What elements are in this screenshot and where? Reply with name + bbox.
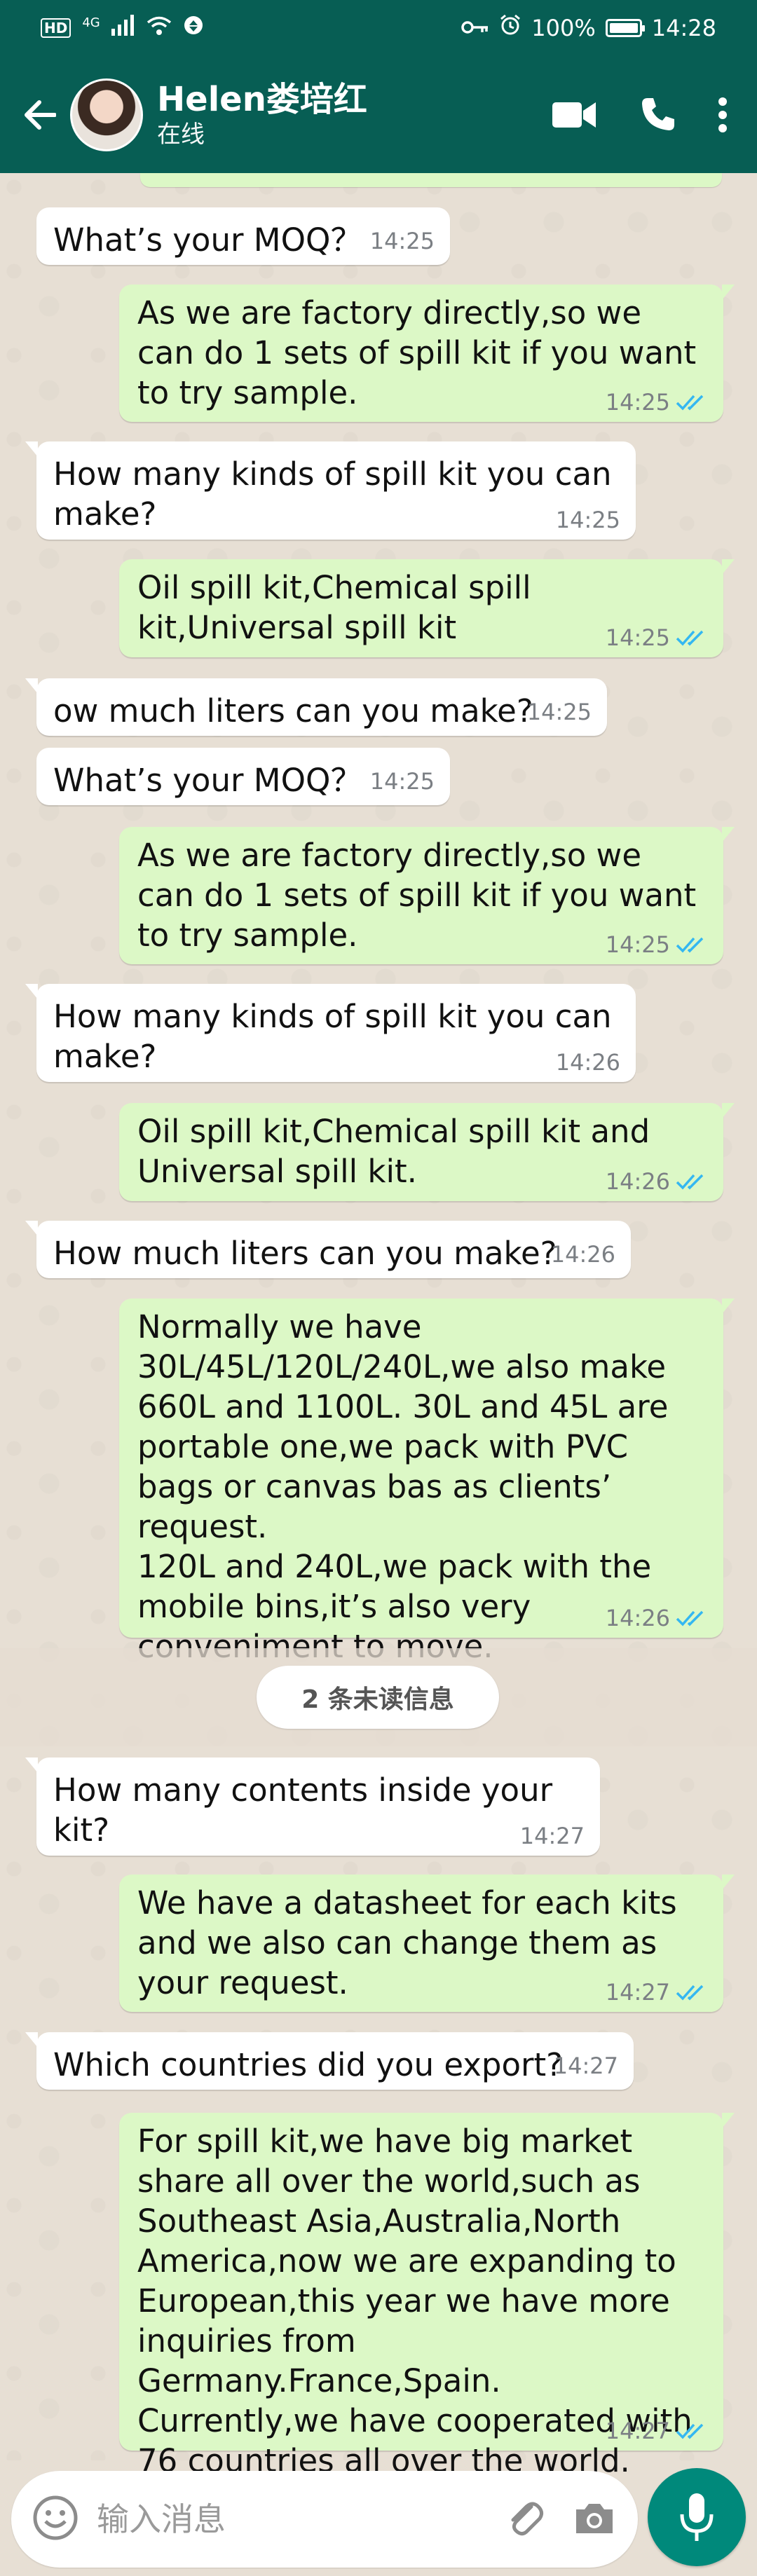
incoming-message[interactable]: How much liters can you make? 14:26 <box>25 1221 631 1278</box>
incoming-message[interactable]: How many contents inside your kit? 14:27 <box>25 1758 600 1856</box>
chat-header: Helen娄培红 在线 <box>0 56 757 173</box>
outgoing-message[interactable]: For spill kit,we have big market share a… <box>119 2113 735 2479</box>
message-time: 14:25 <box>605 389 670 416</box>
outgoing-message[interactable]: As we are factory directly,so we can do … <box>119 285 735 422</box>
message-time: 14:25 <box>555 507 620 533</box>
message-time: 14:25 <box>605 624 670 651</box>
sync-icon <box>183 15 204 41</box>
contact-avatar[interactable] <box>70 78 143 151</box>
message-time: 14:27 <box>553 2053 618 2079</box>
paperclip-icon <box>511 2502 544 2536</box>
message-time: 14:27 <box>605 1979 670 2006</box>
message-time: 14:26 <box>605 1605 670 1631</box>
incoming-message[interactable]: How many kinds of spill kit you can make… <box>25 984 636 1082</box>
contact-status: 在线 <box>157 120 205 149</box>
outgoing-message[interactable]: Oil spill kit,Chemical spill kit and Uni… <box>119 1103 735 1201</box>
voice-record-button[interactable] <box>648 2468 746 2566</box>
message-time: 14:27 <box>605 2418 670 2444</box>
message-composer <box>11 2471 638 2568</box>
incoming-message[interactable]: What’s your MOQ？ 14:25 <box>36 748 450 805</box>
incoming-message[interactable]: Which countries did you export? 14:27 <box>25 2032 634 2090</box>
unread-count-pill: 2 条未读信息 <box>257 1666 499 1729</box>
previous-message-edge <box>140 173 722 187</box>
message-text: How many kinds of spill kit you can make… <box>53 455 622 533</box>
network-type: 4G <box>82 15 100 30</box>
video-camera-icon <box>552 102 596 128</box>
read-receipt-icon <box>676 1985 704 2001</box>
camera-icon <box>576 2504 613 2533</box>
message-time: 14:25 <box>369 228 435 254</box>
message-time: 14:25 <box>369 768 435 795</box>
read-receipt-icon <box>676 1174 704 1190</box>
attach-button[interactable] <box>503 2497 545 2542</box>
more-vertical-icon <box>718 97 727 132</box>
message-text: How many contents inside your kit? <box>53 1772 563 1849</box>
microphone-icon <box>680 2493 714 2541</box>
hd-badge: HD <box>41 18 71 38</box>
message-text: How many kinds of spill kit you can make… <box>53 998 622 1075</box>
outgoing-message[interactable]: We have a datasheet for each kits and we… <box>119 1875 735 2012</box>
read-receipt-icon <box>676 395 704 411</box>
more-options-button[interactable] <box>718 97 728 133</box>
incoming-message[interactable]: How many kinds of spill kit you can make… <box>25 441 636 540</box>
read-receipt-icon <box>676 1610 704 1626</box>
key-icon <box>461 15 489 41</box>
outgoing-message[interactable]: As we are factory directly,so we can do … <box>119 827 735 964</box>
emoji-icon <box>33 2495 78 2540</box>
emoji-button[interactable] <box>32 2495 79 2544</box>
message-time: 14:25 <box>605 931 670 958</box>
signal-icon <box>111 15 135 41</box>
clock-time: 14:28 <box>651 15 716 41</box>
message-time: 14:26 <box>550 1241 615 1268</box>
video-call-button[interactable] <box>551 100 597 130</box>
status-bar: HD 4G 100% 14:28 <box>0 0 757 56</box>
contact-info[interactable]: Helen娄培红 在线 <box>157 80 367 150</box>
wifi-icon <box>146 15 172 41</box>
message-text: How much liters can you make? <box>53 1235 557 1272</box>
read-receipt-icon <box>676 2423 704 2439</box>
message-time: 14:26 <box>555 1049 620 1076</box>
read-receipt-icon <box>676 937 704 953</box>
message-text: Which countries did you export? <box>53 2046 564 2083</box>
message-input[interactable] <box>95 2500 503 2539</box>
read-receipt-icon <box>676 630 704 646</box>
incoming-message[interactable]: ow much liters can you make? 14:25 <box>25 678 607 736</box>
outgoing-message[interactable]: Normally we have 30L/45L/120L/240L,we al… <box>119 1299 735 1665</box>
battery-icon <box>605 19 645 37</box>
incoming-message[interactable]: What’s your MOQ？ 14:25 <box>36 207 450 265</box>
message-time: 14:27 <box>519 1823 585 1849</box>
message-time: 14:26 <box>605 1168 670 1195</box>
camera-button[interactable] <box>572 2498 617 2540</box>
outgoing-message[interactable]: Oil spill kit,Chemical spill kit,Univers… <box>119 559 735 657</box>
battery-percent: 100% <box>531 15 596 41</box>
back-arrow-icon <box>25 100 56 130</box>
message-time: 14:25 <box>526 699 592 725</box>
voice-call-button[interactable] <box>638 95 677 135</box>
contact-name: Helen娄培红 <box>157 79 367 119</box>
message-text: ow much liters can you make? <box>53 692 533 729</box>
phone-icon <box>642 97 674 130</box>
back-button[interactable] <box>11 87 67 143</box>
alarm-icon <box>499 14 521 42</box>
